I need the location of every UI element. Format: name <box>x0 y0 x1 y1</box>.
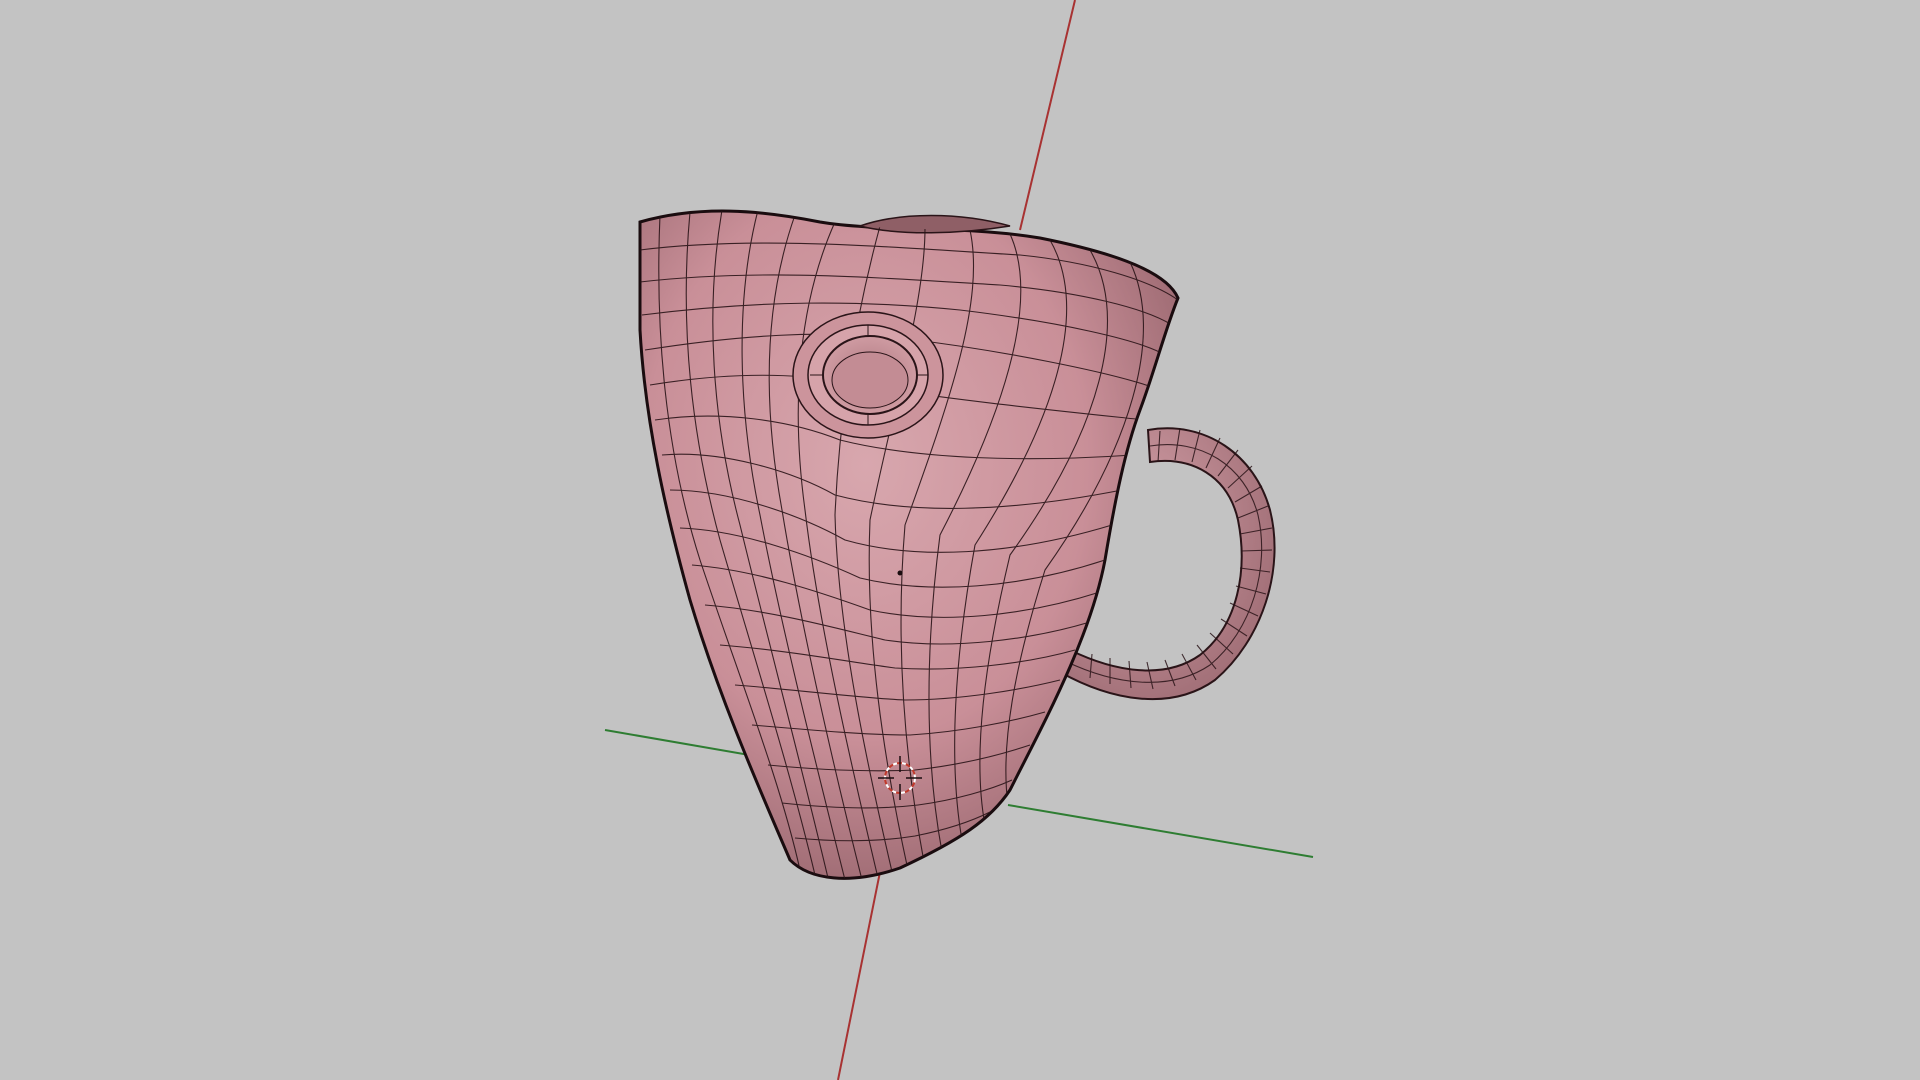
mug-body[interactable] <box>638 209 1180 880</box>
selected-vertex-dot <box>897 570 903 576</box>
viewport-scene[interactable] <box>0 0 1920 1080</box>
3d-viewport[interactable] <box>0 0 1920 1080</box>
mug-rim-opening <box>857 214 1011 234</box>
mug-top-port[interactable] <box>792 311 944 439</box>
z-axis-line-bottom <box>837 871 881 1080</box>
x-axis-line-front <box>1007 804 1314 858</box>
z-axis-line-top <box>1019 0 1076 231</box>
